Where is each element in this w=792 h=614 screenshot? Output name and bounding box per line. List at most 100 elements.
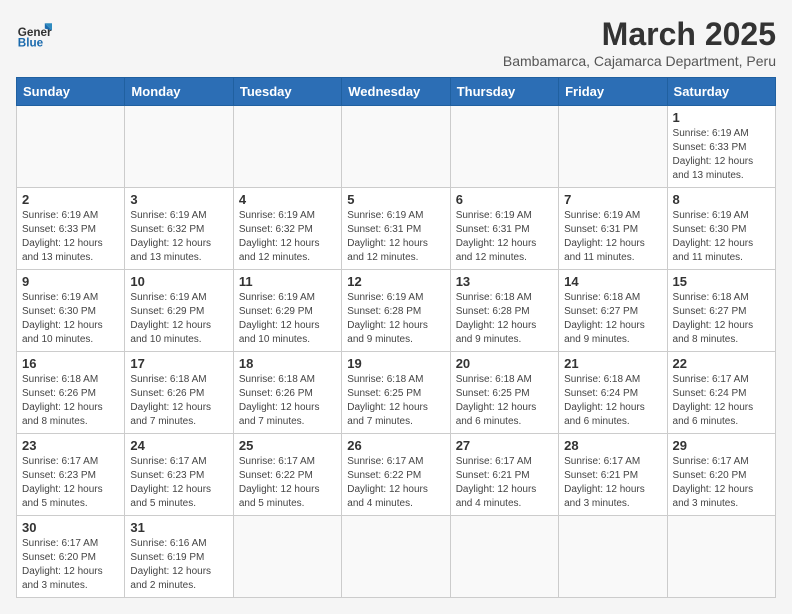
table-row: 10 Sunrise: 6:19 AM Sunset: 6:29 PM Dayli…: [125, 270, 233, 352]
month-title: March 2025: [503, 16, 776, 53]
day-number: 30: [22, 520, 119, 535]
table-row: 21 Sunrise: 6:18 AM Sunset: 6:24 PM Dayli…: [559, 352, 667, 434]
table-row: 1Sunrise: 6:19 AM Sunset: 6:33 PM Daylig…: [667, 106, 775, 188]
table-row: 7 Sunrise: 6:19 AM Sunset: 6:31 PM Daylig…: [559, 188, 667, 270]
page-header: General Blue March 2025 Bambamarca, Caja…: [16, 16, 776, 69]
day-number: 25: [239, 438, 336, 453]
day-number: 10: [130, 274, 227, 289]
day-info: Sunrise: 6:18 AM Sunset: 6:26 PM Dayligh…: [22, 373, 119, 429]
day-number: 19: [347, 356, 444, 371]
day-number: 18: [239, 356, 336, 371]
logo-icon: General Blue: [16, 16, 52, 52]
table-row: 30 Sunrise: 6:17 AM Sunset: 6:20 PM Dayli…: [17, 516, 125, 598]
day-info: Sunrise: 6:17 AM Sunset: 6:20 PM Dayligh…: [22, 537, 119, 593]
header-sunday: Sunday: [17, 78, 125, 106]
day-number: 24: [130, 438, 227, 453]
day-number: 11: [239, 274, 336, 289]
day-info: Sunrise: 6:18 AM Sunset: 6:25 PM Dayligh…: [456, 373, 553, 429]
table-row: 11 Sunrise: 6:19 AM Sunset: 6:29 PM Dayli…: [233, 270, 341, 352]
day-info: Sunrise: 6:17 AM Sunset: 6:21 PM Dayligh…: [456, 455, 553, 511]
table-row: [450, 516, 558, 598]
day-info: Sunrise: 6:19 AM Sunset: 6:32 PM Dayligh…: [239, 209, 336, 265]
table-row: 2 Sunrise: 6:19 AM Sunset: 6:33 PM Daylig…: [17, 188, 125, 270]
day-number: 16: [22, 356, 119, 371]
table-row: 14 Sunrise: 6:18 AM Sunset: 6:27 PM Dayli…: [559, 270, 667, 352]
table-row: 13 Sunrise: 6:18 AM Sunset: 6:28 PM Dayli…: [450, 270, 558, 352]
day-number: 14: [564, 274, 661, 289]
header-friday: Friday: [559, 78, 667, 106]
day-number: 6: [456, 192, 553, 207]
table-row: 20 Sunrise: 6:18 AM Sunset: 6:25 PM Dayli…: [450, 352, 558, 434]
day-info: Sunrise: 6:19 AM Sunset: 6:32 PM Dayligh…: [130, 209, 227, 265]
day-number: 29: [673, 438, 770, 453]
header-monday: Monday: [125, 78, 233, 106]
day-number: 7: [564, 192, 661, 207]
table-row: [342, 516, 450, 598]
day-number: 26: [347, 438, 444, 453]
table-row: 16 Sunrise: 6:18 AM Sunset: 6:26 PM Dayli…: [17, 352, 125, 434]
table-row: 6Sunrise: 6:19 AM Sunset: 6:31 PM Daylig…: [450, 188, 558, 270]
table-row: 29 Sunrise: 6:17 AM Sunset: 6:20 PM Dayli…: [667, 434, 775, 516]
day-info: Sunrise: 6:17 AM Sunset: 6:22 PM Dayligh…: [347, 455, 444, 511]
day-info: Sunrise: 6:19 AM Sunset: 6:29 PM Dayligh…: [239, 291, 336, 347]
day-info: Sunrise: 6:18 AM Sunset: 6:28 PM Dayligh…: [456, 291, 553, 347]
svg-text:Blue: Blue: [18, 37, 44, 50]
day-number: 5: [347, 192, 444, 207]
table-row: 18 Sunrise: 6:18 AM Sunset: 6:26 PM Dayli…: [233, 352, 341, 434]
calendar-week-row: 1Sunrise: 6:19 AM Sunset: 6:33 PM Daylig…: [17, 106, 776, 188]
day-info: Sunrise: 6:18 AM Sunset: 6:26 PM Dayligh…: [239, 373, 336, 429]
table-row: 9 Sunrise: 6:19 AM Sunset: 6:30 PM Daylig…: [17, 270, 125, 352]
day-info: Sunrise: 6:17 AM Sunset: 6:20 PM Dayligh…: [673, 455, 770, 511]
day-info: Sunrise: 6:19 AM Sunset: 6:30 PM Dayligh…: [22, 291, 119, 347]
table-row: [125, 106, 233, 188]
day-info: Sunrise: 6:19 AM Sunset: 6:33 PM Dayligh…: [673, 127, 770, 183]
table-row: 17Sunrise: 6:18 AM Sunset: 6:26 PM Dayli…: [125, 352, 233, 434]
calendar-week-row: 23 Sunrise: 6:17 AM Sunset: 6:23 PM Dayli…: [17, 434, 776, 516]
day-number: 4: [239, 192, 336, 207]
table-row: 22Sunrise: 6:17 AM Sunset: 6:24 PM Dayli…: [667, 352, 775, 434]
day-number: 31: [130, 520, 227, 535]
table-row: 26 Sunrise: 6:17 AM Sunset: 6:22 PM Dayli…: [342, 434, 450, 516]
calendar-week-row: 9 Sunrise: 6:19 AM Sunset: 6:30 PM Daylig…: [17, 270, 776, 352]
day-number: 21: [564, 356, 661, 371]
day-info: Sunrise: 6:16 AM Sunset: 6:19 PM Dayligh…: [130, 537, 227, 593]
day-number: 9: [22, 274, 119, 289]
table-row: 19 Sunrise: 6:18 AM Sunset: 6:25 PM Dayli…: [342, 352, 450, 434]
day-number: 13: [456, 274, 553, 289]
day-number: 12: [347, 274, 444, 289]
day-info: Sunrise: 6:17 AM Sunset: 6:22 PM Dayligh…: [239, 455, 336, 511]
table-row: 3Sunrise: 6:19 AM Sunset: 6:32 PM Daylig…: [125, 188, 233, 270]
table-row: [559, 106, 667, 188]
table-row: 27 Sunrise: 6:17 AM Sunset: 6:21 PM Dayli…: [450, 434, 558, 516]
day-info: Sunrise: 6:17 AM Sunset: 6:23 PM Dayligh…: [130, 455, 227, 511]
day-number: 23: [22, 438, 119, 453]
logo: General Blue: [16, 16, 52, 52]
header-saturday: Saturday: [667, 78, 775, 106]
day-number: 28: [564, 438, 661, 453]
day-info: Sunrise: 6:19 AM Sunset: 6:29 PM Dayligh…: [130, 291, 227, 347]
day-info: Sunrise: 6:18 AM Sunset: 6:25 PM Dayligh…: [347, 373, 444, 429]
calendar-week-row: 16 Sunrise: 6:18 AM Sunset: 6:26 PM Dayli…: [17, 352, 776, 434]
table-row: [450, 106, 558, 188]
table-row: [233, 106, 341, 188]
weekday-header-row: Sunday Monday Tuesday Wednesday Thursday…: [17, 78, 776, 106]
header-tuesday: Tuesday: [233, 78, 341, 106]
table-row: 12 Sunrise: 6:19 AM Sunset: 6:28 PM Dayli…: [342, 270, 450, 352]
table-row: 28Sunrise: 6:17 AM Sunset: 6:21 PM Dayli…: [559, 434, 667, 516]
day-info: Sunrise: 6:18 AM Sunset: 6:27 PM Dayligh…: [564, 291, 661, 347]
day-number: 15: [673, 274, 770, 289]
table-row: [233, 516, 341, 598]
day-number: 8: [673, 192, 770, 207]
day-info: Sunrise: 6:18 AM Sunset: 6:27 PM Dayligh…: [673, 291, 770, 347]
day-info: Sunrise: 6:18 AM Sunset: 6:24 PM Dayligh…: [564, 373, 661, 429]
table-row: 31 Sunrise: 6:16 AM Sunset: 6:19 PM Dayli…: [125, 516, 233, 598]
day-info: Sunrise: 6:19 AM Sunset: 6:33 PM Dayligh…: [22, 209, 119, 265]
day-number: 20: [456, 356, 553, 371]
day-info: Sunrise: 6:19 AM Sunset: 6:28 PM Dayligh…: [347, 291, 444, 347]
day-number: 27: [456, 438, 553, 453]
day-info: Sunrise: 6:19 AM Sunset: 6:31 PM Dayligh…: [564, 209, 661, 265]
day-number: 2: [22, 192, 119, 207]
day-info: Sunrise: 6:19 AM Sunset: 6:30 PM Dayligh…: [673, 209, 770, 265]
calendar-table: Sunday Monday Tuesday Wednesday Thursday…: [16, 77, 776, 598]
table-row: [342, 106, 450, 188]
